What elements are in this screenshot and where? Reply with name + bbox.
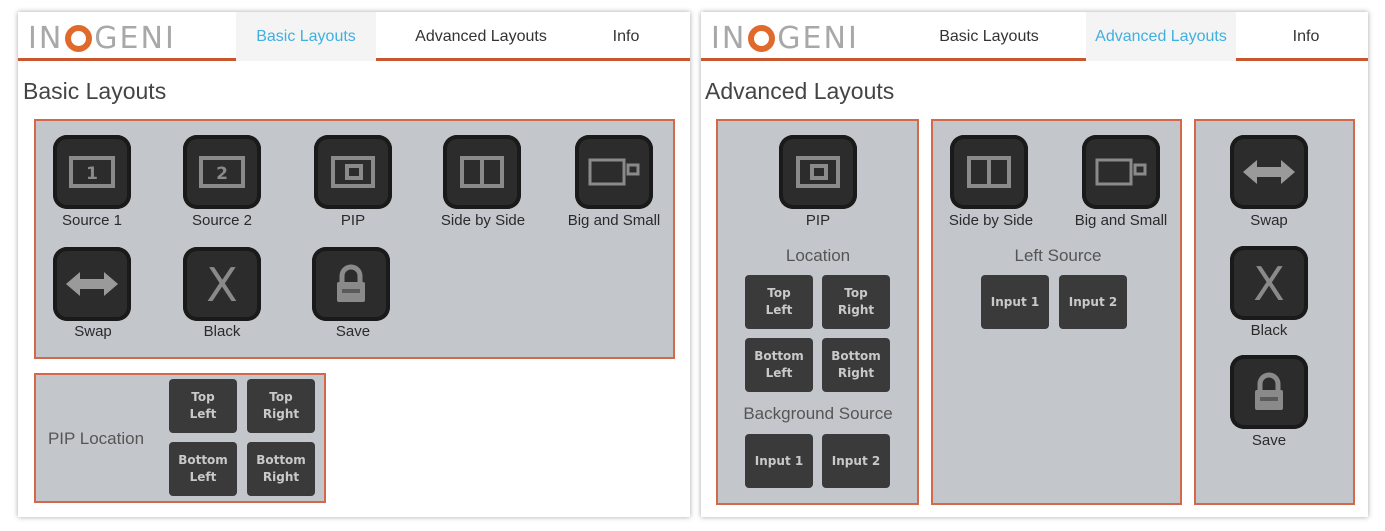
tile-label: Black <box>203 323 241 340</box>
black-glyph: X <box>206 261 238 307</box>
location-label: Location <box>785 246 851 265</box>
side-by-side-icon <box>460 156 504 188</box>
black-button[interactable]: X <box>183 247 261 321</box>
tile-label: PIP <box>340 212 366 229</box>
left-source-input-2-button[interactable]: Input 2 <box>1059 275 1127 329</box>
source-2-glyph: 2 <box>216 164 228 184</box>
location-top-right-button[interactable]: Top Right <box>822 275 890 329</box>
page-title: Basic Layouts <box>23 78 167 104</box>
tile-label: Side by Side <box>948 212 1034 229</box>
big-and-small-icon <box>1095 158 1147 186</box>
left-source-input-1-button[interactable]: Input 1 <box>981 275 1049 329</box>
tile-label: Swap <box>74 323 112 340</box>
pip-button[interactable] <box>779 135 857 209</box>
big-and-small-button[interactable] <box>575 135 653 209</box>
pip-location-box: PIP Location Top Left Top Right Bottom L… <box>34 373 326 503</box>
black-glyph: X <box>1253 260 1285 306</box>
nav-bar: IN GENI Basic Layouts Advanced Layouts In… <box>701 12 1368 61</box>
pip-icon <box>796 156 840 188</box>
source-2-icon: 2 <box>199 156 245 188</box>
location-bottom-left-button[interactable]: Bottom Left <box>745 338 813 392</box>
swap-icon <box>66 272 118 296</box>
background-input-1-button[interactable]: Input 1 <box>745 434 813 488</box>
tile-label: Black <box>1250 322 1288 339</box>
side-by-side-button[interactable] <box>950 135 1028 209</box>
source-2-button[interactable]: 2 <box>183 135 261 209</box>
big-and-small-button[interactable] <box>1082 135 1160 209</box>
save-button[interactable] <box>312 247 390 321</box>
tile-label: Big and Small <box>567 212 661 229</box>
advanced-layouts-panel: IN GENI Basic Layouts Advanced Layouts In… <box>701 12 1368 517</box>
black-button[interactable]: X <box>1230 246 1308 320</box>
nav-bar: IN GENI Basic Layouts Advanced Layouts In… <box>18 12 690 61</box>
pip-box: PIP Location Top Left Top Right Bottom L… <box>716 119 919 505</box>
tab-advanced-layouts[interactable]: Advanced Layouts <box>1086 12 1236 61</box>
tile-label: Source 1 <box>61 212 123 229</box>
side-by-side-icon <box>967 156 1011 188</box>
pip-top-left-button[interactable]: Top Left <box>169 379 237 433</box>
tile-label: Big and Small <box>1074 212 1168 229</box>
background-source-label: Background Source <box>743 404 893 423</box>
tile-label: Save <box>335 323 371 340</box>
pip-bottom-left-button[interactable]: Bottom Left <box>169 442 237 496</box>
tab-basic-layouts[interactable]: Basic Layouts <box>236 12 376 61</box>
layouts-box: 1 Source 1 2 Source 2 PIP Side by Side B… <box>34 119 675 359</box>
swap-icon <box>1243 160 1295 184</box>
source-1-icon: 1 <box>69 156 115 188</box>
tile-label: Side by Side <box>440 212 526 229</box>
black-icon: X <box>206 261 238 307</box>
inogeni-logo: IN GENI <box>711 20 859 56</box>
pip-icon <box>331 156 375 188</box>
actions-box: Swap X Black Save <box>1194 119 1355 505</box>
page-title: Advanced Layouts <box>705 78 895 104</box>
tab-info[interactable]: Info <box>596 12 656 61</box>
tile-label: Source 2 <box>191 212 253 229</box>
save-button[interactable] <box>1230 355 1308 429</box>
black-icon: X <box>1253 260 1285 306</box>
left-source-label: Left Source <box>1014 246 1102 265</box>
inogeni-logo: IN GENI <box>28 20 176 56</box>
tile-label: Save <box>1251 432 1287 449</box>
tile-label: PIP <box>805 212 831 229</box>
split-layouts-box: Side by Side Big and Small Left Source I… <box>931 119 1182 505</box>
pip-location-label: PIP Location <box>47 429 145 448</box>
tab-advanced-layouts[interactable]: Advanced Layouts <box>406 12 556 61</box>
big-and-small-icon <box>588 158 640 186</box>
tab-info[interactable]: Info <box>1276 12 1336 61</box>
tile-label: Swap <box>1250 212 1288 229</box>
lock-icon <box>337 264 365 302</box>
tab-basic-layouts[interactable]: Basic Layouts <box>919 12 1059 61</box>
swap-button[interactable] <box>1230 135 1308 209</box>
pip-top-right-button[interactable]: Top Right <box>247 379 315 433</box>
swap-button[interactable] <box>53 247 131 321</box>
side-by-side-button[interactable] <box>443 135 521 209</box>
pip-button[interactable] <box>314 135 392 209</box>
location-bottom-right-button[interactable]: Bottom Right <box>822 338 890 392</box>
lock-icon <box>1255 372 1283 410</box>
basic-layouts-panel: IN GENI Basic Layouts Advanced Layouts In… <box>18 12 690 517</box>
background-input-2-button[interactable]: Input 2 <box>822 434 890 488</box>
source-1-glyph: 1 <box>86 164 98 184</box>
location-top-left-button[interactable]: Top Left <box>745 275 813 329</box>
source-1-button[interactable]: 1 <box>53 135 131 209</box>
pip-bottom-right-button[interactable]: Bottom Right <box>247 442 315 496</box>
